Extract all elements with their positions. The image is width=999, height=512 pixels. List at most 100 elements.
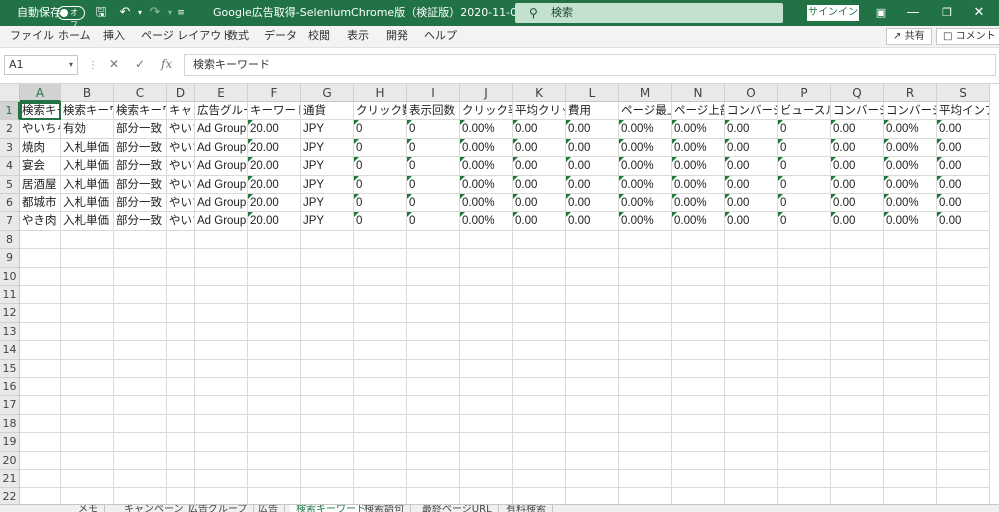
column-header-M[interactable]: M: [619, 84, 672, 102]
cell-L7[interactable]: 0.00: [566, 212, 619, 231]
cell-O15[interactable]: [725, 359, 778, 378]
cell-O14[interactable]: [725, 341, 778, 360]
cell-I8[interactable]: [407, 230, 460, 250]
row-header-15[interactable]: 15: [0, 359, 20, 378]
cell-F6[interactable]: 20.00: [248, 194, 301, 213]
tab-file[interactable]: ファイル: [10, 26, 54, 48]
cell-E3[interactable]: Ad Group 1: [195, 138, 248, 158]
cell-K6[interactable]: 0.00: [513, 194, 566, 213]
cell-F4[interactable]: 20.00: [248, 157, 301, 176]
cell-A14[interactable]: [20, 341, 61, 360]
tab-formulas[interactable]: 数式: [227, 26, 249, 48]
cell-D5[interactable]: やいちゃん: [167, 175, 195, 194]
cell-F17[interactable]: [248, 396, 301, 415]
column-header-G[interactable]: G: [301, 84, 354, 102]
cell-H3[interactable]: 0: [354, 138, 407, 158]
cell-Q8[interactable]: [831, 230, 884, 250]
cell-D1[interactable]: キャンペーン: [167, 102, 195, 121]
cell-L13[interactable]: [566, 322, 619, 342]
cell-O19[interactable]: [725, 433, 778, 452]
cell-R4[interactable]: 0.00%: [884, 157, 937, 176]
cell-K14[interactable]: [513, 341, 566, 360]
cell-E6[interactable]: Ad Group 1: [195, 194, 248, 213]
tab-insert[interactable]: 挿入: [103, 26, 125, 48]
cell-G19[interactable]: [301, 433, 354, 452]
column-header-I[interactable]: I: [407, 84, 460, 102]
cell-N18[interactable]: [672, 414, 725, 434]
cell-M18[interactable]: [619, 414, 672, 434]
cell-L22[interactable]: [566, 488, 619, 504]
cell-J4[interactable]: 0.00%: [460, 157, 513, 176]
cell-E14[interactable]: [195, 341, 248, 360]
cell-Q5[interactable]: 0.00: [831, 175, 884, 194]
cell-S17[interactable]: [937, 396, 990, 415]
cell-N10[interactable]: [672, 267, 725, 286]
comment-button[interactable]: □ コメント: [936, 28, 999, 45]
cell-D20[interactable]: [167, 451, 195, 470]
cell-K17[interactable]: [513, 396, 566, 415]
cell-O4[interactable]: 0.00: [725, 157, 778, 176]
cell-M3[interactable]: 0.00%: [619, 138, 672, 158]
cell-M6[interactable]: 0.00%: [619, 194, 672, 213]
cell-N13[interactable]: [672, 322, 725, 342]
cell-H13[interactable]: [354, 322, 407, 342]
cell-A19[interactable]: [20, 433, 61, 452]
cell-E21[interactable]: [195, 470, 248, 489]
cell-S1[interactable]: 平均インプレッション: [937, 102, 990, 121]
cell-F5[interactable]: 20.00: [248, 175, 301, 194]
cell-L1[interactable]: 費用: [566, 102, 619, 121]
sheet-tab-0[interactable]: メモ: [72, 505, 105, 512]
cell-C21[interactable]: [114, 470, 167, 489]
row-header-4[interactable]: 4: [0, 157, 20, 176]
cell-G22[interactable]: [301, 488, 354, 504]
cell-Q11[interactable]: [831, 286, 884, 305]
tab-view[interactable]: 表示: [347, 26, 369, 48]
row-header-8[interactable]: 8: [0, 230, 20, 250]
cell-D4[interactable]: やいちゃん: [167, 157, 195, 176]
cell-D18[interactable]: [167, 414, 195, 434]
cell-O20[interactable]: [725, 451, 778, 470]
cell-P18[interactable]: [778, 414, 831, 434]
cell-I1[interactable]: 表示回数: [407, 102, 460, 121]
cell-O12[interactable]: [725, 304, 778, 323]
sheet-tab-3[interactable]: 広告: [252, 505, 285, 512]
cell-G10[interactable]: [301, 267, 354, 286]
cell-Q13[interactable]: [831, 322, 884, 342]
cell-H15[interactable]: [354, 359, 407, 378]
cell-B20[interactable]: [61, 451, 114, 470]
cell-M9[interactable]: [619, 249, 672, 268]
cell-O7[interactable]: 0.00: [725, 212, 778, 231]
cell-P12[interactable]: [778, 304, 831, 323]
cell-S10[interactable]: [937, 267, 990, 286]
cell-H10[interactable]: [354, 267, 407, 286]
cell-L20[interactable]: [566, 451, 619, 470]
column-header-N[interactable]: N: [672, 84, 725, 102]
cell-B1[interactable]: 検索キーワード: [61, 102, 114, 121]
minimize-icon[interactable]: —: [904, 4, 922, 22]
column-header-S[interactable]: S: [937, 84, 990, 102]
cell-G5[interactable]: JPY: [301, 175, 354, 194]
cell-K20[interactable]: [513, 451, 566, 470]
cell-J15[interactable]: [460, 359, 513, 378]
cell-J11[interactable]: [460, 286, 513, 305]
cell-M4[interactable]: 0.00%: [619, 157, 672, 176]
cell-B7[interactable]: 入札単価: [61, 212, 114, 231]
cell-R18[interactable]: [884, 414, 937, 434]
cell-H11[interactable]: [354, 286, 407, 305]
insert-function-icon[interactable]: fx: [161, 57, 172, 71]
cell-P9[interactable]: [778, 249, 831, 268]
cell-S11[interactable]: [937, 286, 990, 305]
cell-A11[interactable]: [20, 286, 61, 305]
cell-C15[interactable]: [114, 359, 167, 378]
customize-icon[interactable]: ≡: [172, 4, 190, 22]
cell-H8[interactable]: [354, 230, 407, 250]
cell-C17[interactable]: [114, 396, 167, 415]
cell-R20[interactable]: [884, 451, 937, 470]
cell-B2[interactable]: 有効: [61, 120, 114, 139]
cell-Q2[interactable]: 0.00: [831, 120, 884, 139]
tab-help[interactable]: ヘルプ: [424, 26, 457, 48]
cell-Q18[interactable]: [831, 414, 884, 434]
cell-K22[interactable]: [513, 488, 566, 504]
cell-B5[interactable]: 入札単価: [61, 175, 114, 194]
cell-D2[interactable]: やいちゃん: [167, 120, 195, 139]
